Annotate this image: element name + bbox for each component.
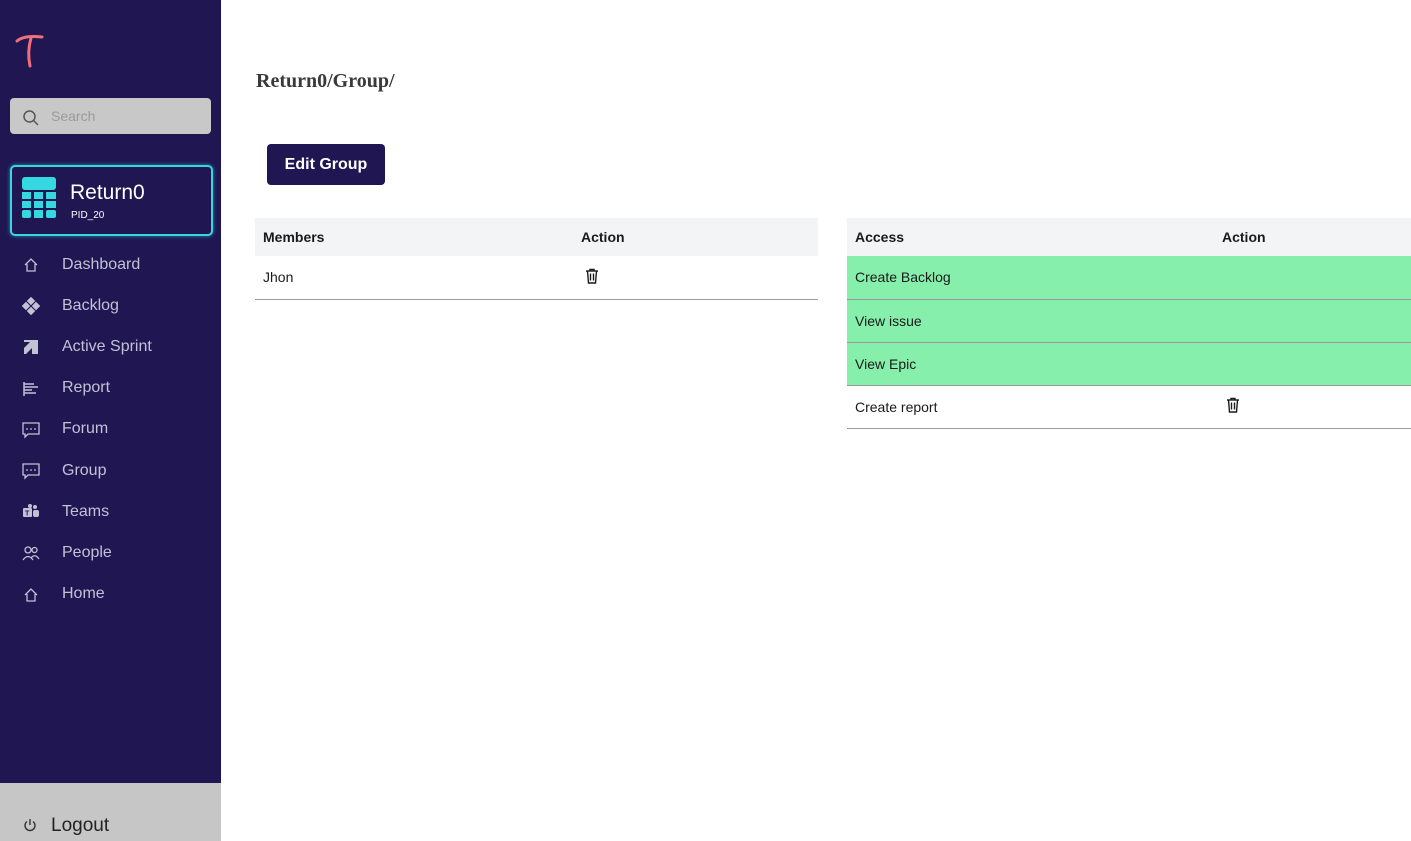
sidebar-item-label: Dashboard (62, 255, 141, 273)
column-header-action: Action (1214, 218, 1411, 256)
sprint-icon (21, 337, 41, 357)
sidebar-item-label: Teams (62, 502, 110, 520)
action-cell (1214, 385, 1411, 429)
power-icon (24, 819, 36, 832)
home-icon (21, 255, 41, 275)
access-name: View Epic (847, 342, 1214, 386)
chat-icon (21, 461, 41, 481)
sidebar-item-dashboard[interactable]: Dashboard (0, 244, 221, 285)
table-row: View issue (847, 299, 1411, 343)
search-box[interactable] (10, 98, 211, 134)
sidebar-item-label: Home (62, 585, 105, 603)
action-cell (1214, 342, 1411, 386)
edit-group-button[interactable]: Edit Group (267, 144, 385, 185)
sidebar-item-home[interactable]: Home (0, 574, 221, 615)
action-cell (1214, 256, 1411, 300)
column-header-members: Members (255, 218, 573, 256)
trash-icon[interactable] (1226, 397, 1240, 416)
sidebar-nav: Dashboard Backlog Active Sprint Report F… (0, 244, 221, 615)
project-calculator-icon (22, 177, 56, 218)
action-cell (1214, 299, 1411, 343)
search-input[interactable] (51, 98, 207, 134)
breadcrumb: Return0/Group/ (256, 70, 395, 92)
app-logo[interactable] (14, 32, 46, 70)
table-row: Create Backlog (847, 256, 1411, 300)
sidebar-item-label: Report (62, 379, 111, 397)
table-row: Create report (847, 385, 1411, 429)
member-name: Jhon (255, 256, 573, 300)
sidebar-item-label: People (62, 543, 112, 561)
sidebar-item-label: Active Sprint (62, 337, 152, 355)
table-header-row: Access Action (847, 218, 1411, 256)
sidebar-item-group[interactable]: Group (0, 450, 221, 491)
table-row: View Epic (847, 342, 1411, 386)
column-header-access: Access (847, 218, 1214, 256)
people-icon (21, 543, 41, 563)
column-header-action: Action (573, 218, 818, 256)
sidebar-item-report[interactable]: Report (0, 368, 221, 409)
table-header-row: Members Action (255, 218, 818, 256)
sidebar-item-label: Group (62, 461, 107, 479)
search-icon (23, 110, 39, 126)
project-card[interactable]: Return0 PID_20 (10, 165, 213, 236)
logout-label: Logout (51, 815, 110, 836)
members-table: Members Action Jhon (255, 218, 818, 300)
sidebar-item-label: Backlog (62, 296, 119, 314)
svg-text:T: T (25, 511, 30, 518)
sidebar-item-people[interactable]: People (0, 532, 221, 573)
sidebar-item-teams[interactable]: T Teams (0, 491, 221, 532)
sidebar-item-forum[interactable]: Forum (0, 409, 221, 450)
access-name: Create report (847, 385, 1214, 429)
sidebar-item-backlog[interactable]: Backlog (0, 285, 221, 326)
project-name: Return0 (70, 181, 145, 204)
diamond-grid-icon (21, 296, 41, 316)
sidebar-item-label: Forum (62, 420, 109, 438)
access-table: Access Action Create Backlog View issue … (847, 218, 1411, 429)
project-id: PID_20 (71, 210, 105, 221)
access-name: Create Backlog (847, 256, 1214, 300)
action-cell (573, 256, 818, 300)
table-row: Jhon (255, 256, 818, 300)
home-icon (21, 585, 41, 605)
report-icon (21, 379, 41, 399)
sidebar-item-active-sprint[interactable]: Active Sprint (0, 326, 221, 367)
teams-icon: T (21, 502, 41, 522)
trash-icon[interactable] (585, 268, 599, 287)
logout-button[interactable]: Logout (0, 783, 221, 841)
sidebar: Return0 PID_20 Dashboard Backlog Active … (0, 0, 221, 841)
access-name: View issue (847, 299, 1214, 343)
chat-icon (21, 420, 41, 440)
